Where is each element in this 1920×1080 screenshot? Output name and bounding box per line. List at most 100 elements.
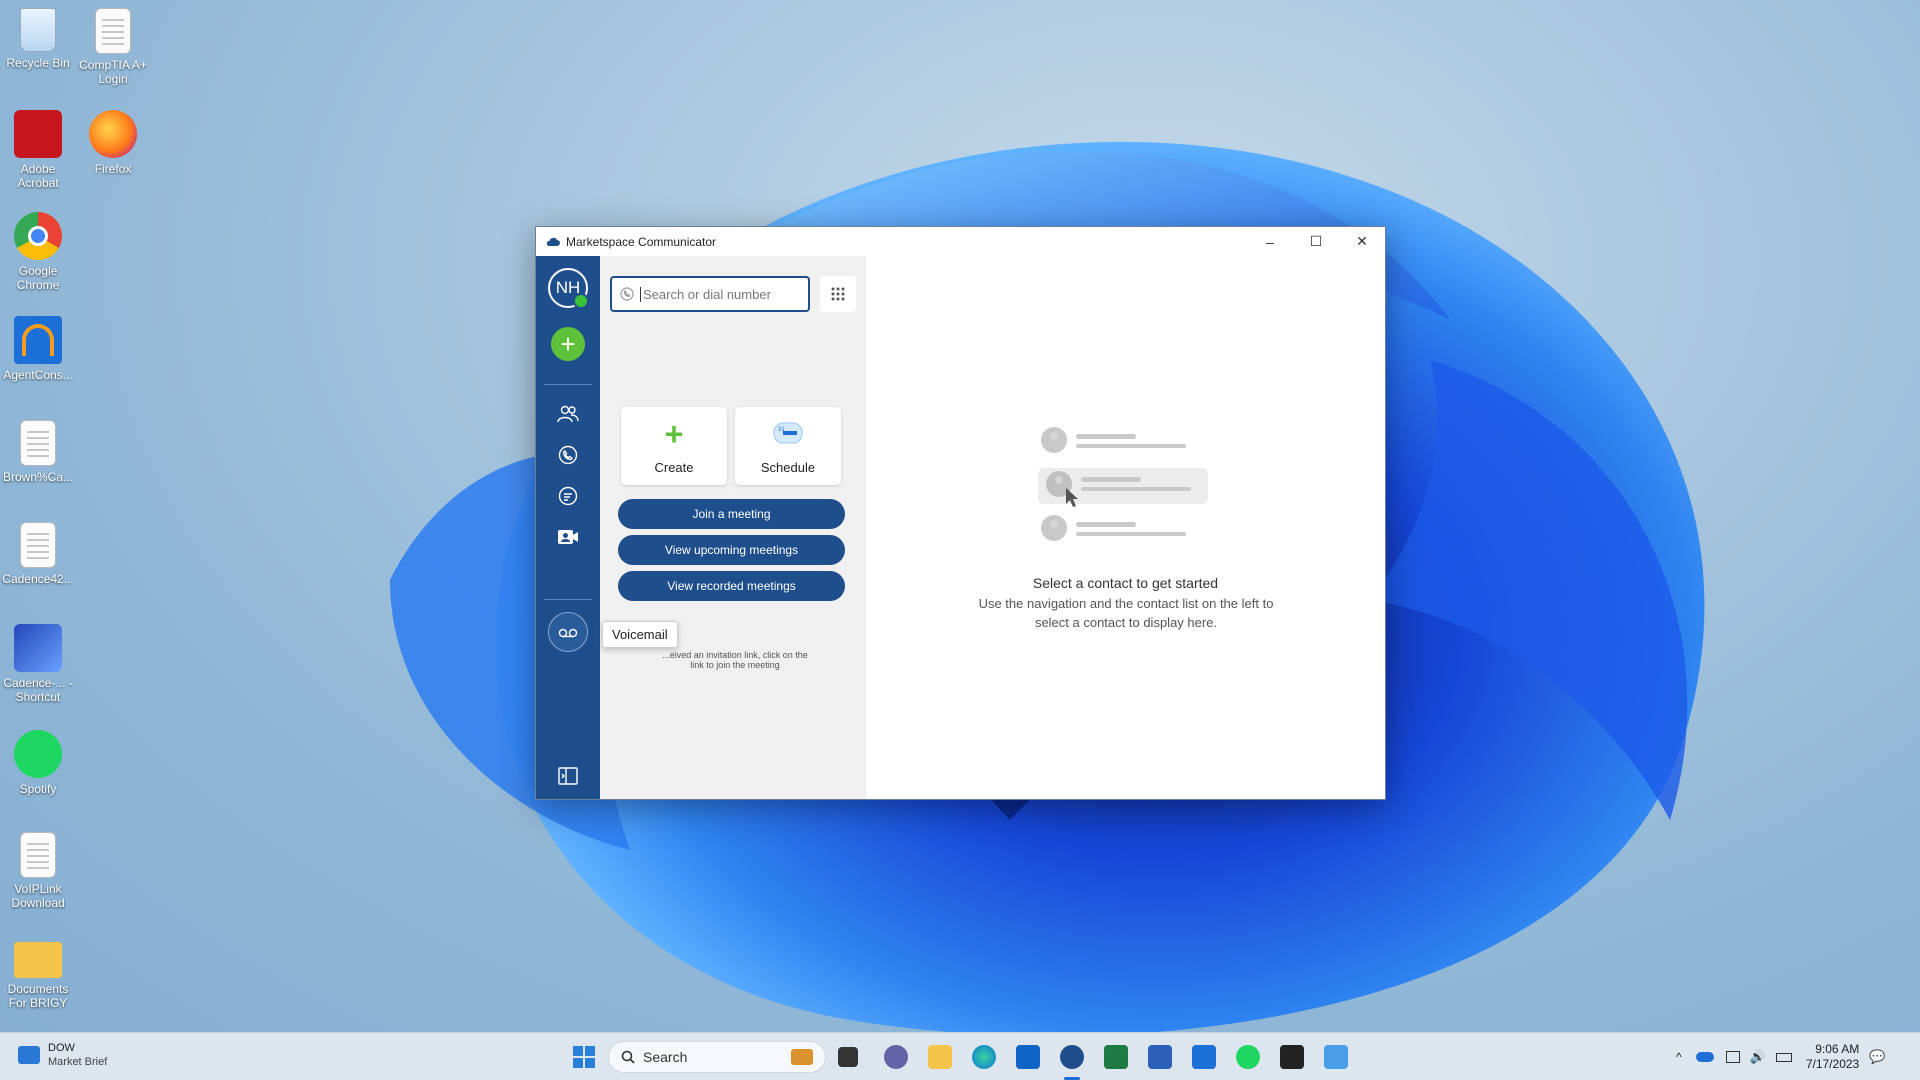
create-meeting-tile[interactable]: + Create [621, 407, 727, 485]
search-icon [621, 1050, 635, 1064]
svg-text:31: 31 [778, 427, 785, 433]
desktop-icon-label: Documents For BRIGY [7, 982, 69, 1010]
desktop-icon-recycle-bin[interactable]: Recycle Bin [0, 8, 76, 70]
desktop-icon-label: CompTIA A+ Login [79, 58, 147, 86]
presence-status-icon [573, 293, 589, 309]
calendar-icon: 31 [773, 422, 803, 444]
windows-logo-icon [573, 1046, 595, 1068]
start-button[interactable] [572, 1045, 596, 1069]
create-label: Create [654, 460, 694, 475]
widget-subtitle: Market Brief [48, 1056, 108, 1068]
view-upcoming-meetings-button[interactable]: View upcoming meetings [618, 535, 845, 565]
acrobat-icon [14, 110, 62, 158]
document-icon [20, 832, 56, 878]
rail-divider [544, 599, 592, 600]
desktop-icon-label: VoIPLink Download [11, 882, 65, 910]
chevron-up-icon[interactable]: ^ [1676, 1050, 1682, 1064]
desktop-icon-label: Adobe Acrobat [17, 162, 59, 190]
chat-icon[interactable] [554, 482, 582, 510]
desktop-icon-brown[interactable]: Brown%Ca... [0, 420, 76, 484]
desktop-icon-spotify[interactable]: Spotify [0, 730, 76, 796]
desktop-icon-agentconsole[interactable]: AgentCons... [0, 316, 76, 382]
schedule-meeting-tile[interactable]: 31 Schedule [735, 407, 841, 485]
title-bar[interactable]: Marketspace Communicator – ☐ ✕ [536, 227, 1385, 257]
meetings-icon[interactable] [554, 523, 582, 551]
desktop-icon-voiplink[interactable]: VoIPLink Download [0, 832, 76, 910]
battery-icon[interactable] [1775, 1052, 1792, 1062]
desktop-icon-chrome[interactable]: Google Chrome [0, 212, 76, 292]
join-meeting-button[interactable]: Join a meeting [618, 499, 845, 529]
empty-state-subtitle: Use the navigation and the contact list … [951, 594, 1301, 632]
desktop-icon-label: Cadence42... [2, 572, 74, 586]
close-button[interactable]: ✕ [1339, 227, 1385, 256]
desktop-icon-cadence-shortcut[interactable]: Cadence-... - Shortcut [0, 624, 76, 704]
window-title: Marketspace Communicator [566, 234, 717, 249]
network-icon[interactable] [1725, 1051, 1740, 1063]
notification-icon[interactable]: 💬 [1869, 1049, 1885, 1065]
phone-icon[interactable] [554, 441, 582, 469]
desktop-icon-firefox[interactable]: Firefox [75, 110, 151, 176]
outlook-icon[interactable] [1016, 1045, 1040, 1069]
subtitle-line: select a contact to display here. [1034, 615, 1218, 630]
invitation-hint: ...eived an invitation link, click on th… [620, 650, 850, 670]
edge-icon[interactable] [972, 1045, 996, 1069]
communicator-window: Marketspace Communicator – ☐ ✕ NH + Sear… [535, 226, 1386, 800]
task-view-icon[interactable] [838, 1047, 858, 1067]
new-action-button[interactable]: + [551, 327, 585, 361]
app-window-icon[interactable] [1324, 1045, 1348, 1069]
folder-icon [14, 942, 62, 978]
word-icon[interactable] [1148, 1045, 1172, 1069]
hint-line: ...eived an invitation link, click on th… [662, 650, 808, 660]
voicemail-icon[interactable] [548, 612, 588, 652]
cloud-app-icon [546, 237, 560, 246]
spotify-icon [14, 730, 62, 778]
widgets-button[interactable]: DOW Market Brief [18, 1041, 107, 1069]
onedrive-icon[interactable] [1695, 1052, 1714, 1062]
system-tray: ^ 🔊 9:06 AM 7/17/2023 💬 [1676, 1033, 1885, 1080]
spotify-taskbar-icon[interactable] [1236, 1045, 1260, 1069]
desktop-icon-adobe-acrobat[interactable]: Adobe Acrobat [0, 110, 76, 190]
dialpad-icon [831, 287, 845, 301]
dialpad-button[interactable] [820, 276, 856, 312]
volume-icon[interactable]: 🔊 [1750, 1049, 1766, 1065]
contact-list-illustration-icon [1038, 427, 1208, 541]
recycle-bin-icon [20, 8, 56, 52]
desktop-icon-label: Spotify [19, 782, 57, 796]
desktop-icon-label: AgentCons... [3, 368, 73, 382]
avatar[interactable]: NH [548, 268, 589, 309]
rail-divider [544, 384, 592, 385]
desktop-icon-cadence42[interactable]: Cadence42... [0, 522, 76, 586]
terminal-icon[interactable] [1280, 1045, 1304, 1069]
stock-chart-icon [18, 1046, 40, 1064]
clock-time: 9:06 AM [1815, 1042, 1860, 1056]
plus-icon: + [664, 416, 684, 452]
desktop-icon-comptia[interactable]: CompTIA A+ Login [75, 8, 151, 86]
excel-icon[interactable] [1104, 1045, 1128, 1069]
hint-line: link to join the meeting [690, 660, 780, 670]
contact-detail-area: Select a contact to get started Use the … [866, 256, 1385, 799]
desktop-icon-documents-folder[interactable]: Documents For BRIGY [0, 936, 76, 1010]
teams-chat-icon[interactable] [884, 1045, 908, 1069]
taskbar: DOW Market Brief Search ^ 🔊 9:06 AM 7/17… [0, 1032, 1920, 1080]
empty-state-title: Select a contact to get started [1032, 575, 1219, 591]
document-icon [20, 522, 56, 568]
view-recorded-meetings-button[interactable]: View recorded meetings [618, 571, 845, 601]
search-input[interactable]: Search or dial number [610, 276, 810, 312]
agentconsole-taskbar-icon[interactable] [1192, 1045, 1216, 1069]
search-placeholder: Search or dial number [640, 286, 771, 302]
document-icon [20, 420, 56, 466]
firefox-icon [89, 110, 137, 158]
minimize-button[interactable]: – [1247, 227, 1293, 256]
document-icon [95, 8, 131, 54]
file-explorer-icon[interactable] [928, 1045, 952, 1069]
taskbar-search[interactable]: Search [608, 1041, 826, 1073]
meetings-panel: Search or dial number + Create 31 Schedu… [600, 256, 866, 799]
desktop-icon-label: Recycle Bin [6, 56, 70, 70]
sidebar-toggle-icon[interactable] [554, 762, 582, 790]
communicator-taskbar-icon[interactable] [1060, 1045, 1084, 1080]
phone-search-icon [620, 287, 634, 301]
clock[interactable]: 9:06 AM 7/17/2023 [1806, 1042, 1859, 1072]
maximize-button[interactable]: ☐ [1293, 227, 1339, 256]
subtitle-line: Use the navigation and the contact list … [978, 596, 1274, 611]
contacts-icon[interactable] [554, 400, 582, 428]
